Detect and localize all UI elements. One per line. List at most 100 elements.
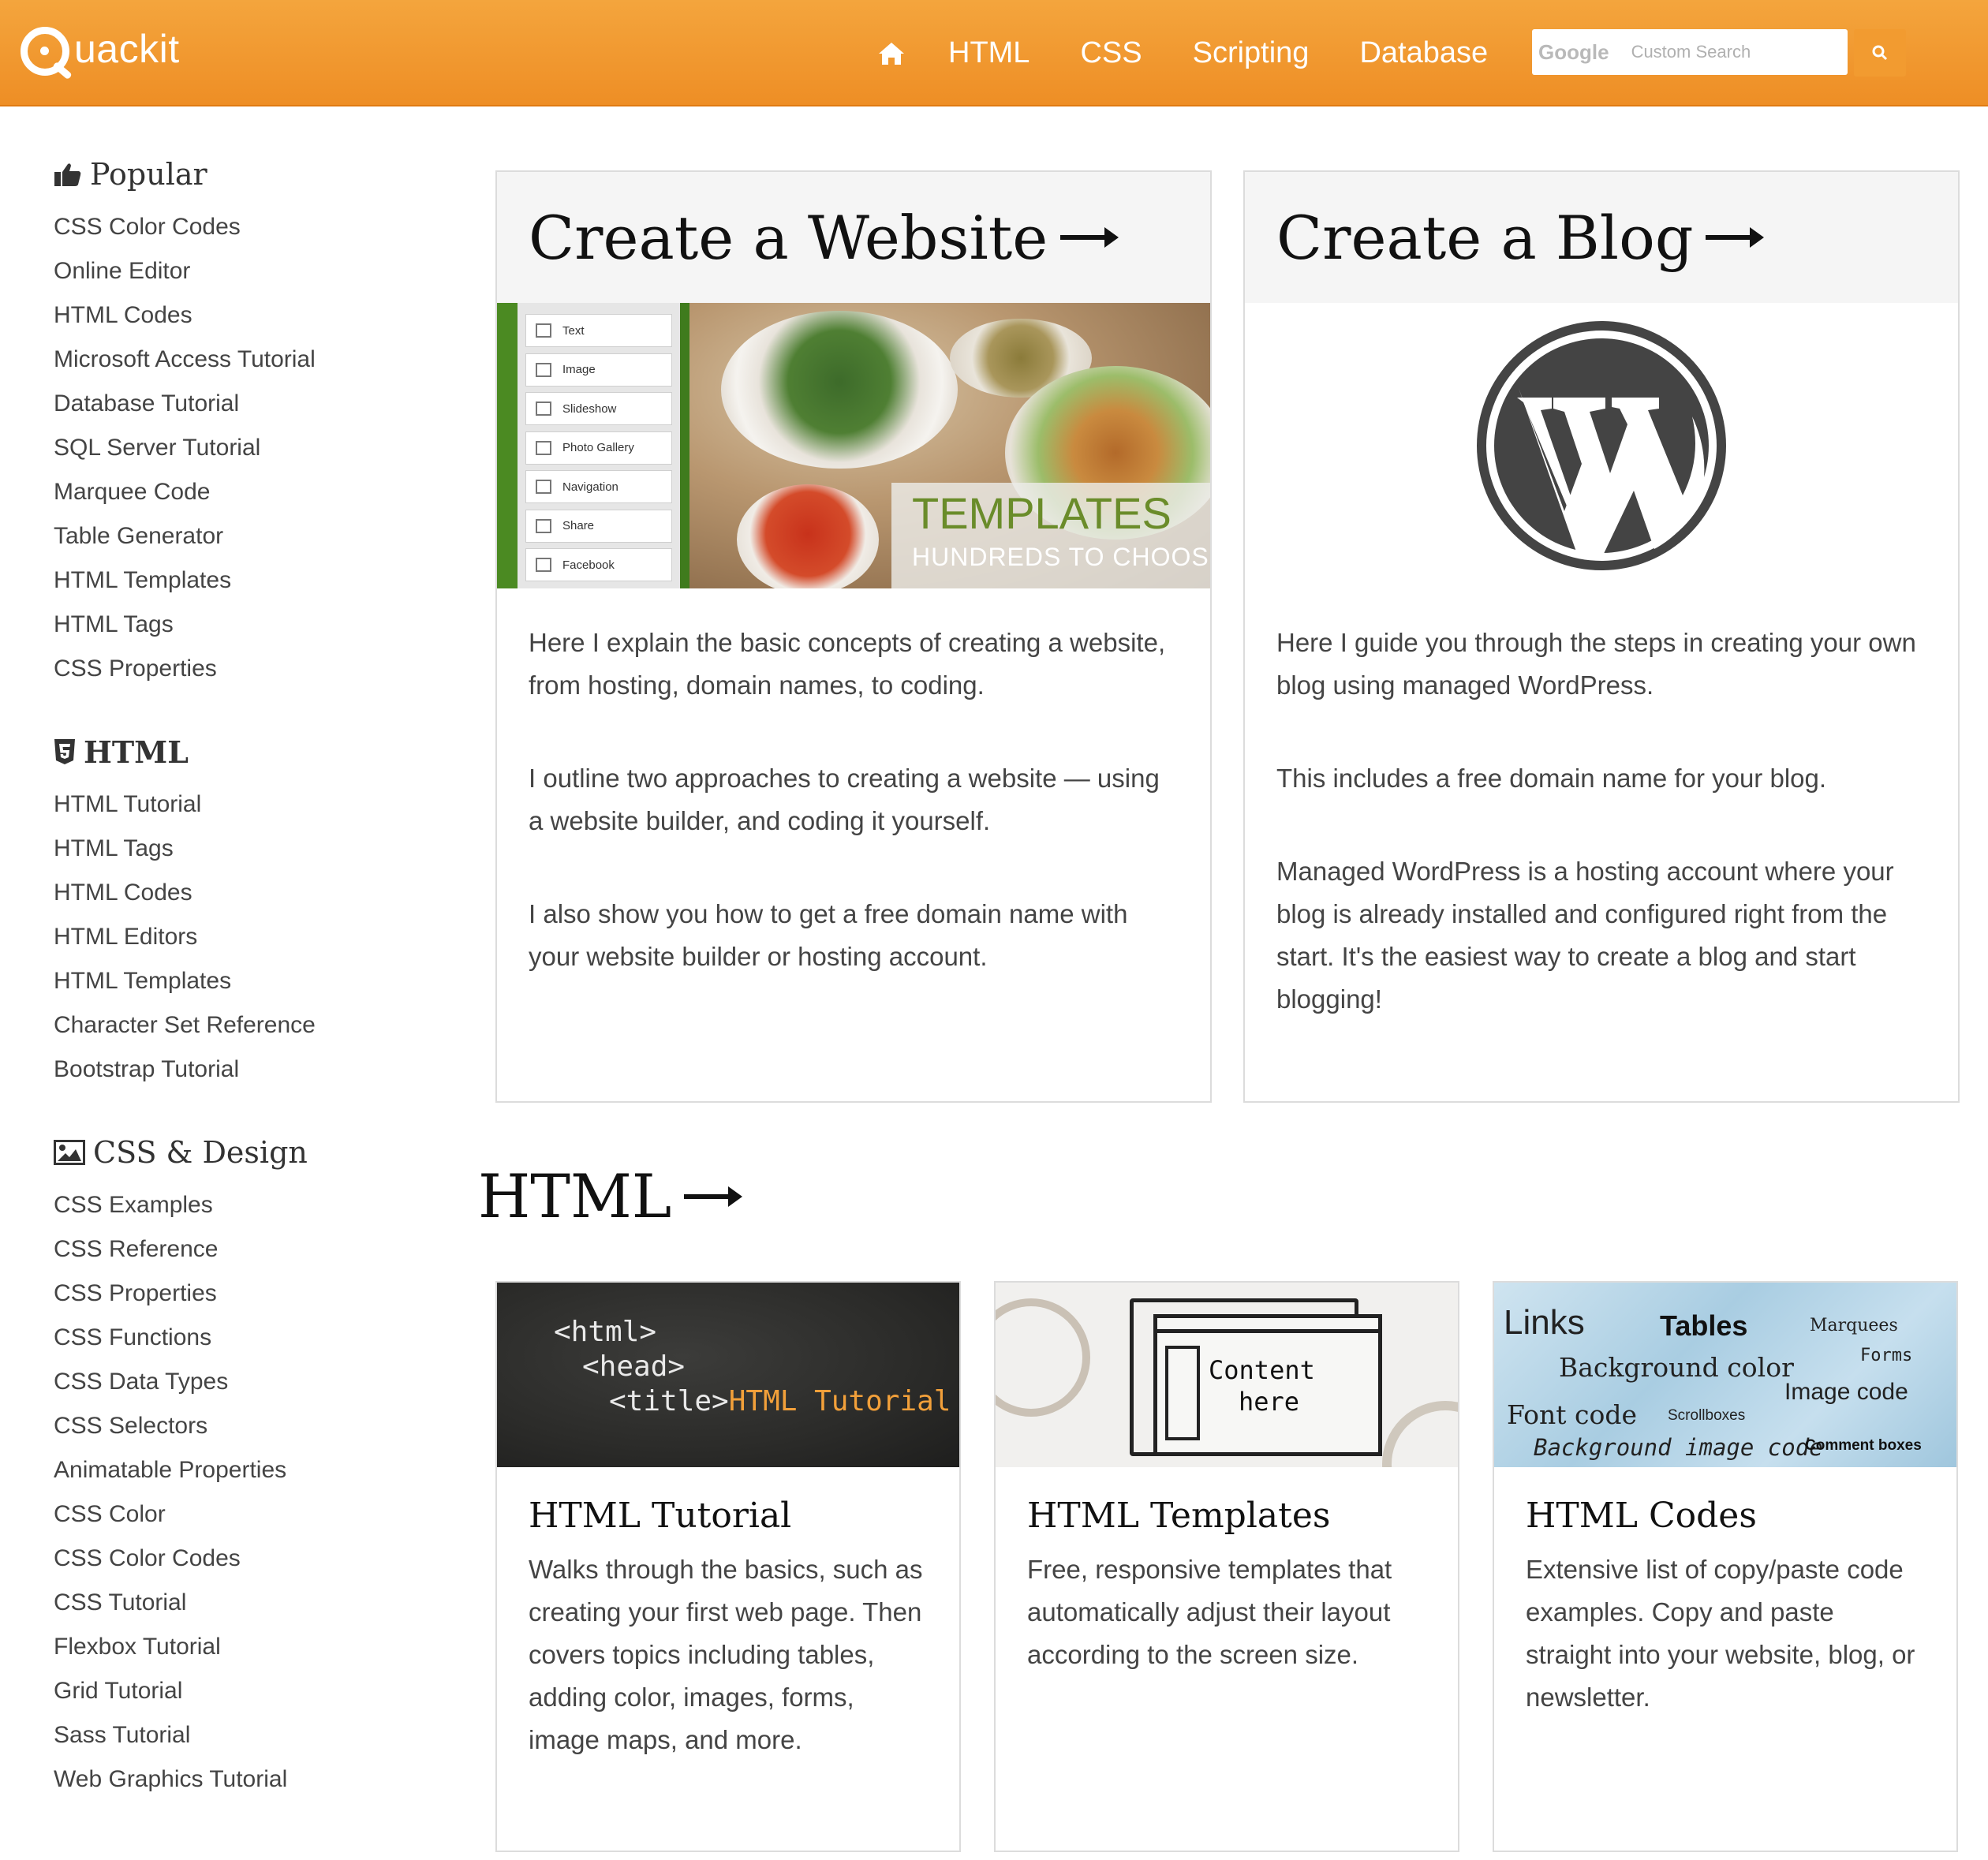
wordpress-image xyxy=(1245,303,1958,588)
card-header: Create a Blog xyxy=(1245,172,1958,303)
blog-paragraph-2: This includes a free domain name for you… xyxy=(1276,764,1827,793)
sidebar-css: CSS & Design CSS Examples CSS Reference CS… xyxy=(54,1133,401,1802)
sidebar-link[interactable]: CSS Data Types xyxy=(54,1360,401,1404)
tile-title[interactable]: HTML Templates xyxy=(1027,1496,1458,1536)
arrow-right-icon xyxy=(684,1186,743,1207)
tile-title[interactable]: HTML Tutorial xyxy=(529,1496,959,1536)
sketch-image: Content here xyxy=(996,1283,1458,1467)
builder-item-icon xyxy=(536,362,551,377)
sidebar-link[interactable]: Flexbox Tutorial xyxy=(54,1625,401,1669)
sidebar-link[interactable]: Microsoft Access Tutorial xyxy=(54,338,401,382)
builder-item: Image xyxy=(525,353,672,387)
search-input[interactable]: Google Custom Search xyxy=(1532,29,1848,75)
builder-item-icon xyxy=(536,558,551,572)
home-icon[interactable] xyxy=(876,38,907,69)
search-placeholder: Custom Search xyxy=(1631,42,1751,62)
sidebar-link[interactable]: HTML Tags xyxy=(54,603,401,647)
sidebar-link[interactable]: Character Set Reference xyxy=(54,1003,401,1048)
sidebar-link[interactable]: Table Generator xyxy=(54,514,401,558)
sidebar-link[interactable]: CSS Selectors xyxy=(54,1404,401,1448)
sidebar-link[interactable]: HTML Tutorial xyxy=(54,782,401,827)
sidebar-heading-css: CSS & Design xyxy=(54,1133,401,1172)
sidebar-link[interactable]: HTML Editors xyxy=(54,915,401,959)
quackit-logo[interactable]: uackit xyxy=(21,24,180,80)
sidebar-link[interactable]: Grid Tutorial xyxy=(54,1669,401,1713)
builder-item-icon xyxy=(536,480,551,494)
sidebar-link[interactable]: CSS Tutorial xyxy=(54,1581,401,1625)
sidebar-link[interactable]: CSS Properties xyxy=(54,647,401,691)
sidebar-link[interactable]: CSS Properties xyxy=(54,1272,401,1316)
sidebar-link[interactable]: Web Graphics Tutorial xyxy=(54,1757,401,1802)
sidebar-link[interactable]: HTML Templates xyxy=(54,558,401,603)
builder-item-icon xyxy=(536,440,551,455)
sidebar-link[interactable]: HTML Tags xyxy=(54,827,401,871)
builder-item-icon xyxy=(536,402,551,416)
nav-css[interactable]: CSS xyxy=(1080,36,1142,70)
search-button[interactable] xyxy=(1854,29,1906,77)
tile-description: Walks through the basics, such as creati… xyxy=(529,1555,923,1754)
sidebar-heading-html: HTML xyxy=(54,732,401,771)
builder-item: Share xyxy=(525,509,672,543)
arrow-right-icon xyxy=(1060,227,1119,248)
sidebar-link[interactable]: Sass Tutorial xyxy=(54,1713,401,1757)
create-website-title[interactable]: Create a Website xyxy=(529,203,1048,273)
tile-title[interactable]: HTML Codes xyxy=(1526,1496,1956,1536)
create-blog-title[interactable]: Create a Blog xyxy=(1276,203,1693,273)
create-website-card[interactable]: Create a Website Text Image Slideshow Photo… xyxy=(495,170,1212,1103)
tile-html-templates[interactable]: Content here HTML Templates Free, respon… xyxy=(994,1281,1459,1852)
word-cloud-image: Links Tables Marquees Forms Background c… xyxy=(1494,1283,1956,1467)
sidebar-popular: Popular CSS Color Codes Online Editor HTML… xyxy=(54,155,401,691)
sidebar-link[interactable]: CSS Color Codes xyxy=(54,205,401,249)
sidebar-link[interactable]: Marquee Code xyxy=(54,470,401,514)
sidebar-link[interactable]: CSS Reference xyxy=(54,1227,401,1272)
create-blog-card[interactable]: Create a Blog Here I guide you through t… xyxy=(1243,170,1960,1103)
wordpress-logo-icon xyxy=(1477,321,1726,570)
html5-icon xyxy=(54,739,75,764)
builder-item: Navigation xyxy=(525,470,672,503)
nav-database[interactable]: Database xyxy=(1359,36,1488,70)
main-nav: HTML CSS Scripting Database xyxy=(876,0,1538,106)
website-paragraph-3: I also show you how to get a free domain… xyxy=(529,899,1128,971)
sidebar-link[interactable]: HTML Templates xyxy=(54,959,401,1003)
builder-item: Slideshow xyxy=(525,392,672,425)
builder-item-icon xyxy=(536,323,551,338)
html-section-title[interactable]: HTML xyxy=(478,1161,744,1231)
builder-item: Photo Gallery xyxy=(525,431,672,465)
sidebar-link[interactable]: CSS Examples xyxy=(54,1183,401,1227)
sidebar-link[interactable]: Animatable Properties xyxy=(54,1448,401,1492)
builder-item: Text xyxy=(525,314,672,347)
nav-html[interactable]: HTML xyxy=(948,36,1030,70)
builder-item-icon xyxy=(536,518,551,533)
website-builder-image: Text Image Slideshow Photo Gallery Navigatio… xyxy=(497,303,1210,588)
builder-item: Facebook xyxy=(525,548,672,581)
nav-scripting[interactable]: Scripting xyxy=(1193,36,1310,70)
sidebar-link[interactable]: CSS Color xyxy=(54,1492,401,1537)
sidebar-link[interactable]: HTML Codes xyxy=(54,293,401,338)
sidebar-link[interactable]: SQL Server Tutorial xyxy=(54,426,401,470)
arrow-right-icon xyxy=(1706,227,1765,248)
sidebar-link[interactable]: Online Editor xyxy=(54,249,401,293)
website-paragraph-1: Here I explain the basic concepts of cre… xyxy=(529,628,1166,700)
card-header: Create a Website xyxy=(497,172,1210,303)
sidebar-link[interactable]: CSS Functions xyxy=(54,1316,401,1360)
sidebar-link[interactable]: CSS Color Codes xyxy=(54,1537,401,1581)
image-icon xyxy=(54,1140,85,1165)
site-header: uackit HTML CSS Scripting Database Googl… xyxy=(0,0,1988,106)
sidebar-link[interactable]: Database Tutorial xyxy=(54,382,401,426)
website-paragraph-2: I outline two approaches to creating a w… xyxy=(529,764,1160,835)
banner-title: TEMPLATES xyxy=(912,488,1172,538)
search-icon xyxy=(1872,45,1888,61)
blog-paragraph-3: Managed WordPress is a hosting account w… xyxy=(1276,857,1894,1014)
tile-html-tutorial[interactable]: <html> <head> <title>HTML Tutorial HTML … xyxy=(495,1281,961,1852)
builder-panel: Text Image Slideshow Photo Gallery Navigatio… xyxy=(518,303,680,588)
thumbs-up-icon xyxy=(54,163,81,186)
tile-html-codes[interactable]: Links Tables Marquees Forms Background c… xyxy=(1493,1281,1958,1852)
sidebar-link[interactable]: HTML Codes xyxy=(54,871,401,915)
tile-description: Extensive list of copy/paste code exampl… xyxy=(1526,1555,1915,1712)
sidebar-link[interactable]: Bootstrap Tutorial xyxy=(54,1048,401,1092)
card-body: Here I guide you through the steps in cr… xyxy=(1245,588,1958,1021)
sidebar: Popular CSS Color Codes Online Editor HTML… xyxy=(54,155,401,1843)
card-body: Here I explain the basic concepts of cre… xyxy=(497,588,1210,978)
tile-description: Free, responsive templates that automati… xyxy=(1027,1555,1392,1669)
logo-text: uackit xyxy=(74,27,180,71)
